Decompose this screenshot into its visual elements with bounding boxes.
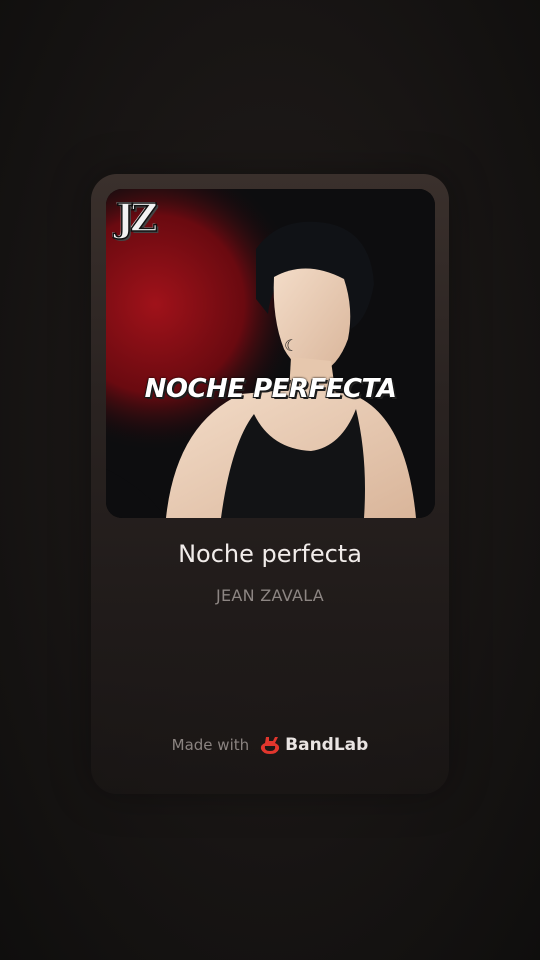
album-cover: JZ ☾ NOCHE PERFECTA bbox=[106, 189, 435, 518]
artist-name: JEAN ZAVALA bbox=[215, 586, 325, 605]
song-title: Noche perfecta bbox=[178, 540, 362, 568]
made-with-label: Made with bbox=[171, 736, 250, 754]
moon-icon: ☾ bbox=[284, 336, 299, 355]
cover-title-text: NOCHE PERFECTA bbox=[144, 374, 397, 404]
bandlab-logo-icon bbox=[259, 735, 281, 755]
bandlab-brand[interactable]: BandLab bbox=[259, 735, 368, 755]
bandlab-label: BandLab bbox=[285, 735, 369, 755]
made-with-bandlab[interactable]: Made with BandLab bbox=[91, 731, 449, 759]
jz-logo: JZ bbox=[115, 195, 158, 240]
share-screen: JZ ☾ NOCHE PERFECTA Noche perfecta JEAN … bbox=[0, 0, 540, 960]
